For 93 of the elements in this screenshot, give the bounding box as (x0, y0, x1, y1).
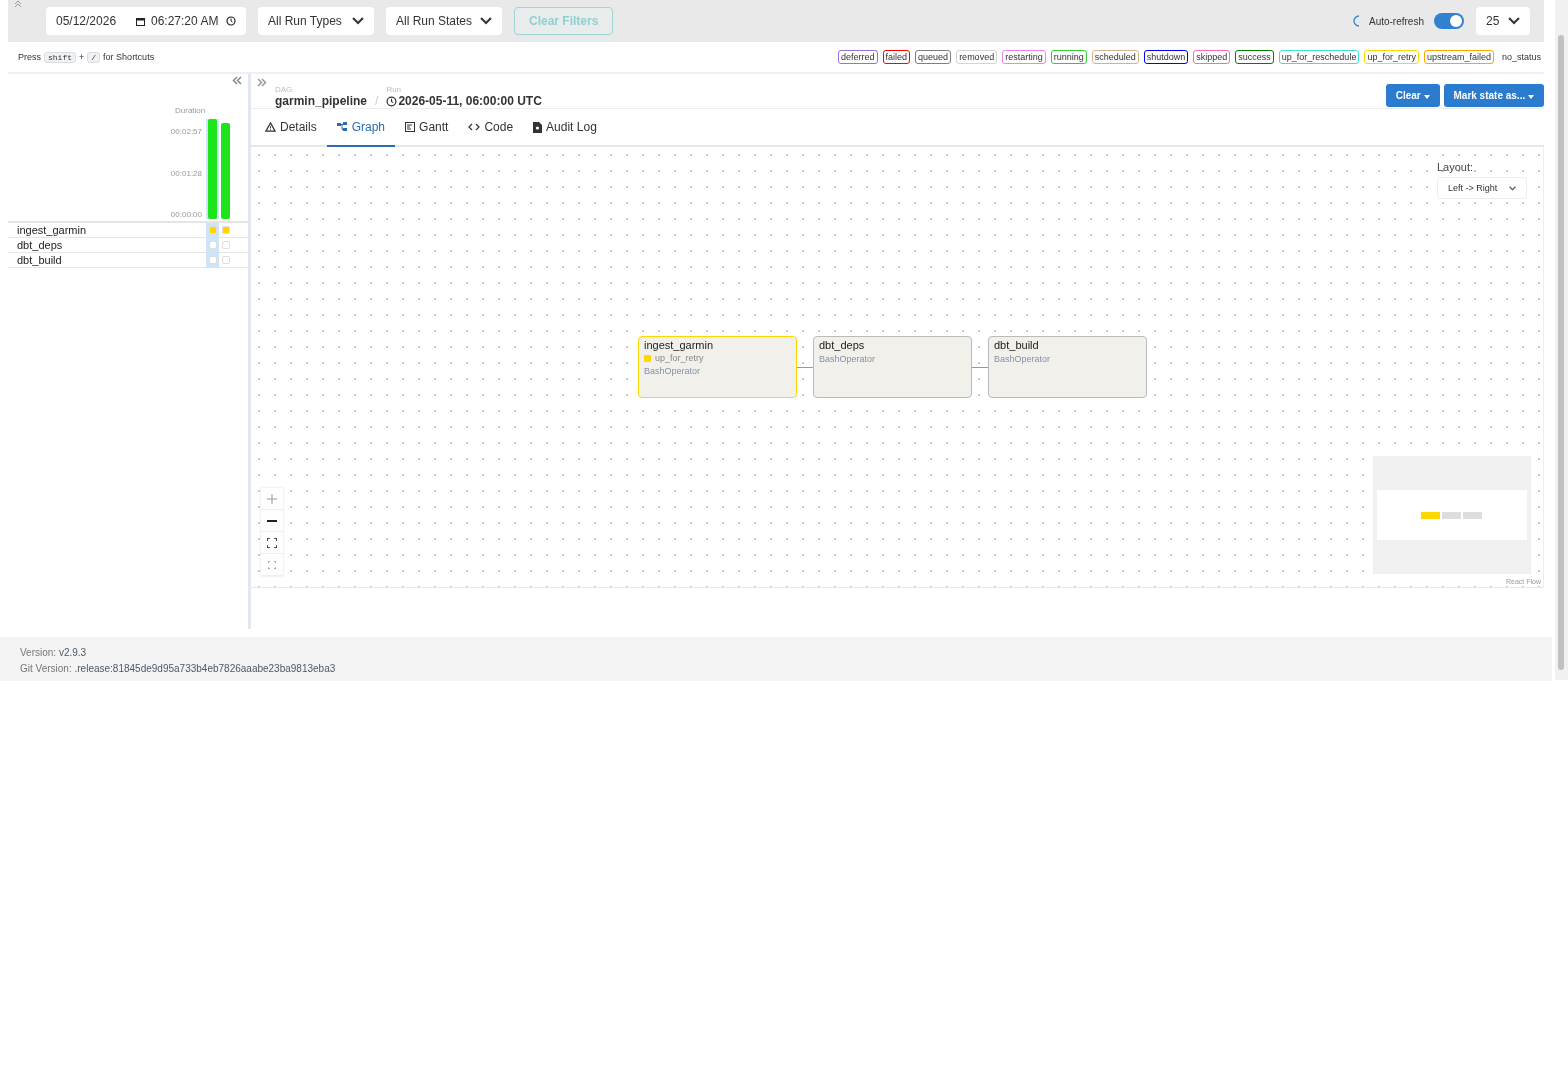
dag-label: DAG (275, 85, 294, 94)
chevron-down-icon (480, 17, 492, 25)
task-name[interactable]: ingest_garmin (8, 224, 206, 236)
minimap[interactable] (1373, 456, 1531, 574)
tab[interactable]: Audit Log (523, 109, 607, 147)
duration-bar[interactable] (208, 119, 217, 219)
task-status-cell[interactable] (221, 226, 230, 234)
tab[interactable]: Details (255, 109, 327, 147)
state-tag[interactable]: skipped (1193, 50, 1231, 64)
key-label: shift (44, 51, 77, 63)
plus-sign: + (79, 52, 85, 62)
breadcrumb-separator: / (375, 94, 379, 108)
state-tag[interactable]: running (1050, 50, 1087, 64)
state-tag[interactable]: no_status (1498, 50, 1544, 64)
state-tag[interactable]: upstream_failed (1423, 50, 1494, 64)
caret-icon (1423, 94, 1430, 99)
duration-label: Duration (175, 106, 207, 115)
layout-label: Layout: (1437, 161, 1475, 173)
code-icon (468, 123, 481, 131)
auto-refresh-label: Auto-refresh (1368, 15, 1424, 27)
minus-icon (267, 519, 277, 522)
tab[interactable]: Graph (326, 109, 396, 147)
shortcut-hint: for Shortcuts (103, 52, 155, 62)
operator-label: BashOperator (644, 366, 702, 376)
state-tag[interactable]: restarting (1002, 50, 1046, 64)
fit-view-button[interactable] (261, 532, 283, 554)
run-id[interactable]: 2026-05-11, 06:00:00 UTC (398, 94, 542, 108)
state-tag[interactable]: deferred (838, 50, 878, 64)
clock-icon (386, 95, 398, 107)
layout-select[interactable]: Left -> Right (1437, 177, 1527, 199)
run-state-select[interactable]: All Run States (386, 7, 502, 35)
chevron-down-icon (1508, 17, 1520, 25)
run-label: Run (386, 85, 403, 94)
tab[interactable]: Gantt (395, 109, 459, 147)
node-state: up_for_retry (655, 353, 704, 363)
git-version-text: Git Version: .release:81845de9d95a733b4eb7826aaabe23ba9813eba3 (20, 662, 337, 676)
operator-label: BashOperator (819, 354, 877, 364)
zoom-out-button[interactable] (261, 510, 283, 532)
tab[interactable]: Code (458, 109, 524, 147)
auto-refresh-toggle[interactable] (1434, 13, 1464, 29)
node-title: dbt_deps (819, 339, 866, 351)
duration-bar[interactable] (221, 123, 230, 219)
state-tag[interactable]: up_for_retry (1364, 50, 1419, 64)
caret-icon (1528, 94, 1534, 99)
scrollbar-thumb[interactable] (1558, 35, 1564, 670)
task-name[interactable]: dbt_build (8, 254, 206, 266)
task-status-cell[interactable] (208, 241, 217, 249)
action-button[interactable]: Mark state as... (1443, 83, 1544, 107)
run-type-select[interactable]: All Run Types (258, 7, 374, 35)
expand-icon[interactable] (257, 78, 267, 87)
state-tag[interactable]: up_for_reschedule (1278, 50, 1360, 64)
version-text: Version: v2.9.3 (20, 646, 88, 660)
fit-view-icon (267, 537, 277, 548)
warning-icon (265, 122, 276, 132)
corners-icon (268, 560, 276, 569)
task-status-cell[interactable] (208, 226, 217, 234)
graph-icon (336, 122, 348, 132)
collapse-icon[interactable] (14, 0, 22, 8)
task-node[interactable]: ingest_garmin up_for_retry BashOperator (638, 336, 797, 398)
task-status-cell[interactable] (208, 256, 217, 264)
axis-tick: 00:01:28 (170, 168, 202, 178)
dag-name[interactable]: garmin_pipeline (275, 94, 368, 108)
node-title: dbt_build (994, 339, 1040, 351)
date-time-field[interactable]: 05/12/2026 06:27:20 AM (46, 7, 246, 35)
axis-tick: 00:02:57 (170, 127, 202, 136)
chevron-down-icon (1509, 185, 1516, 191)
task-status-cell[interactable] (221, 256, 230, 264)
state-tag[interactable]: scheduled (1091, 50, 1139, 64)
calendar-icon (136, 16, 145, 26)
edge-line (972, 367, 988, 368)
state-tag[interactable]: success (1235, 50, 1274, 64)
plus-icon (267, 493, 277, 504)
state-tag[interactable]: removed (956, 50, 998, 64)
edge-line (797, 367, 813, 368)
shortcut-hint: Press (18, 52, 41, 62)
clock-icon (226, 16, 236, 26)
action-button[interactable]: Clear (1385, 83, 1440, 107)
task-name[interactable]: dbt_deps (8, 239, 206, 251)
axis-tick: 00:00:00 (170, 210, 202, 219)
collapse-left-icon[interactable] (232, 76, 242, 85)
gantt-icon (405, 122, 416, 132)
state-tag[interactable]: shutdown (1143, 50, 1189, 64)
state-tag[interactable]: queued (915, 50, 952, 64)
task-node[interactable]: dbt_build BashOperator (988, 336, 1147, 398)
chevron-down-icon (352, 17, 364, 25)
state-tag[interactable]: failed (882, 50, 911, 64)
page-size-select[interactable]: 25 (1476, 7, 1530, 35)
task-node[interactable]: dbt_deps BashOperator (813, 336, 972, 398)
document-icon (533, 121, 543, 133)
key-label: / (87, 51, 101, 63)
node-title: ingest_garmin (644, 339, 715, 351)
task-status-cell[interactable] (221, 241, 230, 249)
operator-label: BashOperator (994, 354, 1052, 364)
